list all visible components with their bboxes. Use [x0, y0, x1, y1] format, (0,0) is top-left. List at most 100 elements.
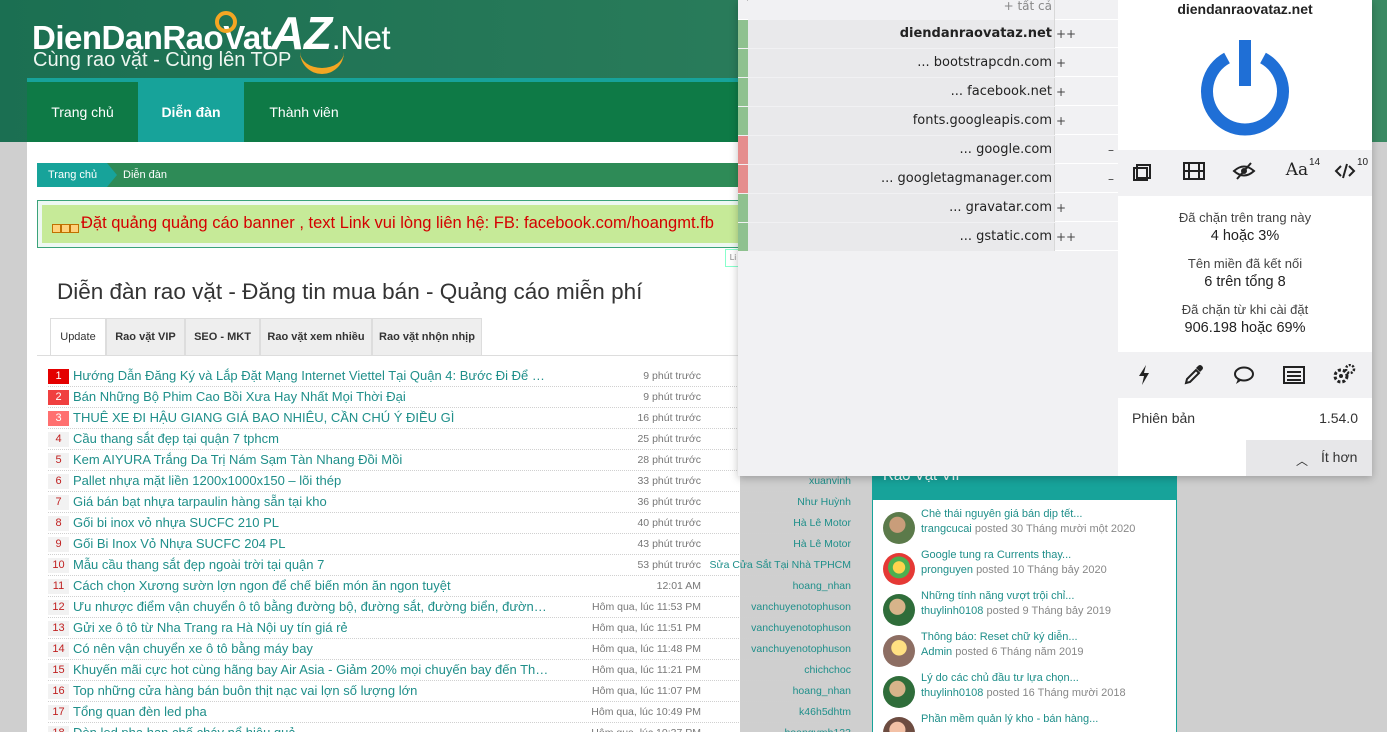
vip-post-user[interactable]: Admin [921, 646, 952, 658]
thread-title-link[interactable]: Top những cửa hàng bán buôn thịt nạc vai… [73, 683, 553, 698]
thread-row[interactable]: 6 Pallet nhựa mặt liền 1200x1000x150 – lõ… [48, 471, 851, 492]
avatar[interactable] [883, 512, 915, 544]
vip-post-title[interactable]: Google tung ra Currents thay... [921, 549, 1071, 561]
tab-vip[interactable]: Rao vặt VIP [106, 318, 185, 356]
nav-home[interactable]: Trang chủ [27, 82, 138, 142]
thread-user-link[interactable]: chichchoc [703, 664, 851, 676]
thread-row[interactable]: 14 Có nên vận chuyển xe ô tô bằng máy bay… [48, 639, 851, 660]
thread-row[interactable]: 13 Gửi xe ô tô từ Nha Trang ra Hà Nội uy … [48, 618, 851, 639]
thread-title-link[interactable]: Bán Những Bộ Phim Cao Bồi Xưa Hay Nhất M… [73, 389, 553, 404]
thread-row[interactable]: 18 Đèn led pha hạn chế cháy nổ hiệu quảHô… [48, 723, 851, 732]
notice-text[interactable]: Đặt quảng quảng cáo banner , text Link v… [81, 214, 714, 233]
vip-post-title[interactable]: Phần mềm quản lý kho - bán hàng... [921, 713, 1098, 725]
firewall-row[interactable]: diendanraovataz.net ++ [738, 20, 1118, 48]
nav-members[interactable]: Thành viên [244, 82, 364, 142]
eyedropper-icon[interactable] [1182, 364, 1206, 386]
cosmetic-filter-icon[interactable] [1231, 160, 1259, 186]
media-blocking-icon[interactable] [1180, 160, 1208, 186]
avatar[interactable] [883, 717, 915, 732]
firewall-hostname[interactable]: diendanraovataz.net [748, 20, 1054, 48]
firewall-hostname[interactable]: ... bootstrapcdn.com [748, 49, 1054, 77]
thread-title-link[interactable]: Có nên vận chuyển xe ô tô bằng máy bay [73, 641, 553, 656]
thread-user-link[interactable]: Hà Lê Motor [703, 538, 851, 550]
thread-title-link[interactable]: Giá bán bạt nhựa tarpaulin hàng sẵn tại … [73, 494, 553, 509]
firewall-row[interactable]: fonts.googleapis.com + [738, 107, 1118, 135]
thread-user-link[interactable]: hoang_nhan [703, 685, 851, 697]
firewall-hostname[interactable]: ... gstatic.com [748, 223, 1054, 251]
thread-row[interactable]: 5 Kem AIYURA Trắng Da Trị Nám Sạm Tàn Nha… [48, 450, 851, 471]
thread-row[interactable]: 12 Ưu nhược điểm vận chuyển ô tô bằng đườ… [48, 597, 851, 618]
avatar[interactable] [883, 594, 915, 626]
thread-title-link[interactable]: Cầu thang sắt đẹp tại quận 7 tphcm [73, 431, 553, 446]
thread-title-link[interactable]: Gối bi inox vỏ nhựa SUCFC 210 PL [73, 515, 553, 530]
lightning-icon[interactable] [1132, 364, 1156, 386]
thread-row[interactable]: 8 Gối bi inox vỏ nhựa SUCFC 210 PL 40 phút… [48, 513, 851, 534]
remote-fonts-icon[interactable]: Aa 14 [1283, 157, 1320, 186]
thread-user-link[interactable]: hoang_nhan [703, 580, 851, 592]
vip-post-user[interactable]: trangcucai [921, 523, 972, 535]
vip-post-title[interactable]: Những tính năng vượt trội chỉ... [921, 590, 1074, 602]
thread-user-link[interactable]: vanchuyenotophuson [703, 601, 851, 613]
nav-forums[interactable]: Diễn đàn [138, 82, 244, 142]
firewall-row[interactable]: ... gravatar.com + [738, 194, 1118, 222]
firewall-hostname[interactable]: ... gravatar.com [748, 194, 1054, 222]
thread-row[interactable]: 17 Tổng quan đèn led pha Hôm qua, lúc 10:4… [48, 702, 851, 723]
thread-row[interactable]: 16 Top những cửa hàng bán buôn thịt nạc v… [48, 681, 851, 702]
tab-most-viewed[interactable]: Rao vặt xem nhiều [260, 318, 372, 356]
tab-seo-mkt[interactable]: SEO - MKT [185, 318, 260, 356]
thread-user-link[interactable]: Như Huỳnh [703, 496, 851, 508]
tab-update[interactable]: Update [50, 318, 106, 356]
thread-title-link[interactable]: Khuyến mãi cực hot cùng hãng bay Air Asi… [73, 662, 553, 677]
breadcrumb-home[interactable]: Trang chủ [37, 163, 107, 187]
thread-user-link[interactable]: Hà Lê Motor [703, 517, 851, 529]
thread-title-link[interactable]: Mẫu cầu thang sắt đẹp ngoài trời tại quậ… [73, 557, 553, 572]
javascript-icon[interactable]: 10 [1331, 157, 1368, 186]
thread-title-link[interactable]: Kem AIYURA Trắng Da Trị Nám Sạm Tàn Nhan… [73, 452, 553, 467]
thread-title-link[interactable]: THUÊ XE ĐI HẬU GIANG GIÁ BAO NHIÊU, CẦN … [73, 410, 553, 425]
thread-user-link[interactable]: vanchuyenotophuson [703, 622, 851, 634]
thread-user-link[interactable]: k46h5dhtm [703, 706, 851, 718]
thread-title-link[interactable]: Hướng Dẫn Đăng Ký và Lắp Đặt Mạng Intern… [73, 368, 553, 383]
popup-blocking-icon[interactable] [1129, 160, 1157, 186]
vip-post-user[interactable]: pronguyen [921, 564, 973, 576]
thread-title-link[interactable]: Tổng quan đèn led pha [73, 704, 553, 719]
avatar[interactable] [883, 553, 915, 585]
thread-title-link[interactable]: Cách chọn Xương sườn lợn ngon để chế biế… [73, 578, 553, 593]
thread-user-link[interactable]: vanchuyenotophuson [703, 643, 851, 655]
vip-post-user[interactable]: thuylinh0108 [921, 605, 983, 617]
firewall-all-label[interactable]: + tất cả [748, 0, 1054, 20]
firewall-hostname[interactable]: ... google.com [748, 136, 1054, 164]
power-button-icon[interactable] [1197, 36, 1293, 136]
thread-user-link[interactable]: hoangvmh123 [703, 727, 851, 732]
vip-post-title[interactable]: Chè thái nguyên giá bán dịp tết... [921, 508, 1082, 520]
thread-row[interactable]: 10 Mẫu cầu thang sắt đẹp ngoài trời tại q… [48, 555, 851, 576]
firewall-hostname[interactable]: ... facebook.net [748, 78, 1054, 106]
firewall-hostname[interactable]: fonts.googleapis.com [748, 107, 1054, 135]
thread-row[interactable]: 4 Cầu thang sắt đẹp tại quận 7 tphcm 25 ph… [48, 429, 851, 450]
thread-row[interactable]: 2 Bán Những Bộ Phim Cao Bồi Xưa Hay Nhất … [48, 387, 851, 408]
firewall-row[interactable]: ... googletagmanager.com – [738, 165, 1118, 193]
thread-title-link[interactable]: Gửi xe ô tô từ Nha Trang ra Hà Nội uy tí… [73, 620, 553, 635]
less-button[interactable]: ︿ Ít hơn [1246, 440, 1372, 476]
thread-title-link[interactable]: Đèn led pha hạn chế cháy nổ hiệu quả [73, 725, 553, 732]
firewall-hostname[interactable]: ... googletagmanager.com [748, 165, 1054, 193]
thread-user-link[interactable]: xuanvinh [703, 475, 851, 487]
thread-row[interactable]: 11 Cách chọn Xương sườn lợn ngon để chế b… [48, 576, 851, 597]
comment-icon[interactable] [1232, 364, 1256, 386]
breadcrumb-forums[interactable]: Diễn đàn [123, 163, 213, 187]
firewall-row[interactable]: ... bootstrapcdn.com + [738, 49, 1118, 77]
thread-row[interactable]: 15 Khuyến mãi cực hot cùng hãng bay Air A… [48, 660, 851, 681]
vip-post-title[interactable]: Lý do các chủ đầu tư lựa chọn... [921, 672, 1079, 684]
vip-post-title[interactable]: Thông báo: Reset chữ ký diễn... [921, 631, 1078, 643]
thread-user-link[interactable]: Sửa Cửa Sắt Tại Nhà TPHCM [703, 559, 851, 571]
firewall-row[interactable]: ... facebook.net + [738, 78, 1118, 106]
settings-icon[interactable] [1332, 363, 1356, 386]
firewall-row[interactable]: ... google.com – [738, 136, 1118, 164]
avatar[interactable] [883, 635, 915, 667]
vip-post-user[interactable]: thuylinh0108 [921, 687, 983, 699]
thread-title-link[interactable]: Pallet nhựa mặt liền 1200x1000x150 – lõi… [73, 473, 553, 488]
thread-row[interactable]: 3 THUÊ XE ĐI HẬU GIANG GIÁ BAO NHIÊU, CẦN… [48, 408, 851, 429]
thread-row[interactable]: 1 Hướng Dẫn Đăng Ký và Lắp Đặt Mạng Inter… [48, 366, 851, 387]
avatar[interactable] [883, 676, 915, 708]
tab-most-active[interactable]: Rao vặt nhộn nhịp [372, 318, 482, 356]
